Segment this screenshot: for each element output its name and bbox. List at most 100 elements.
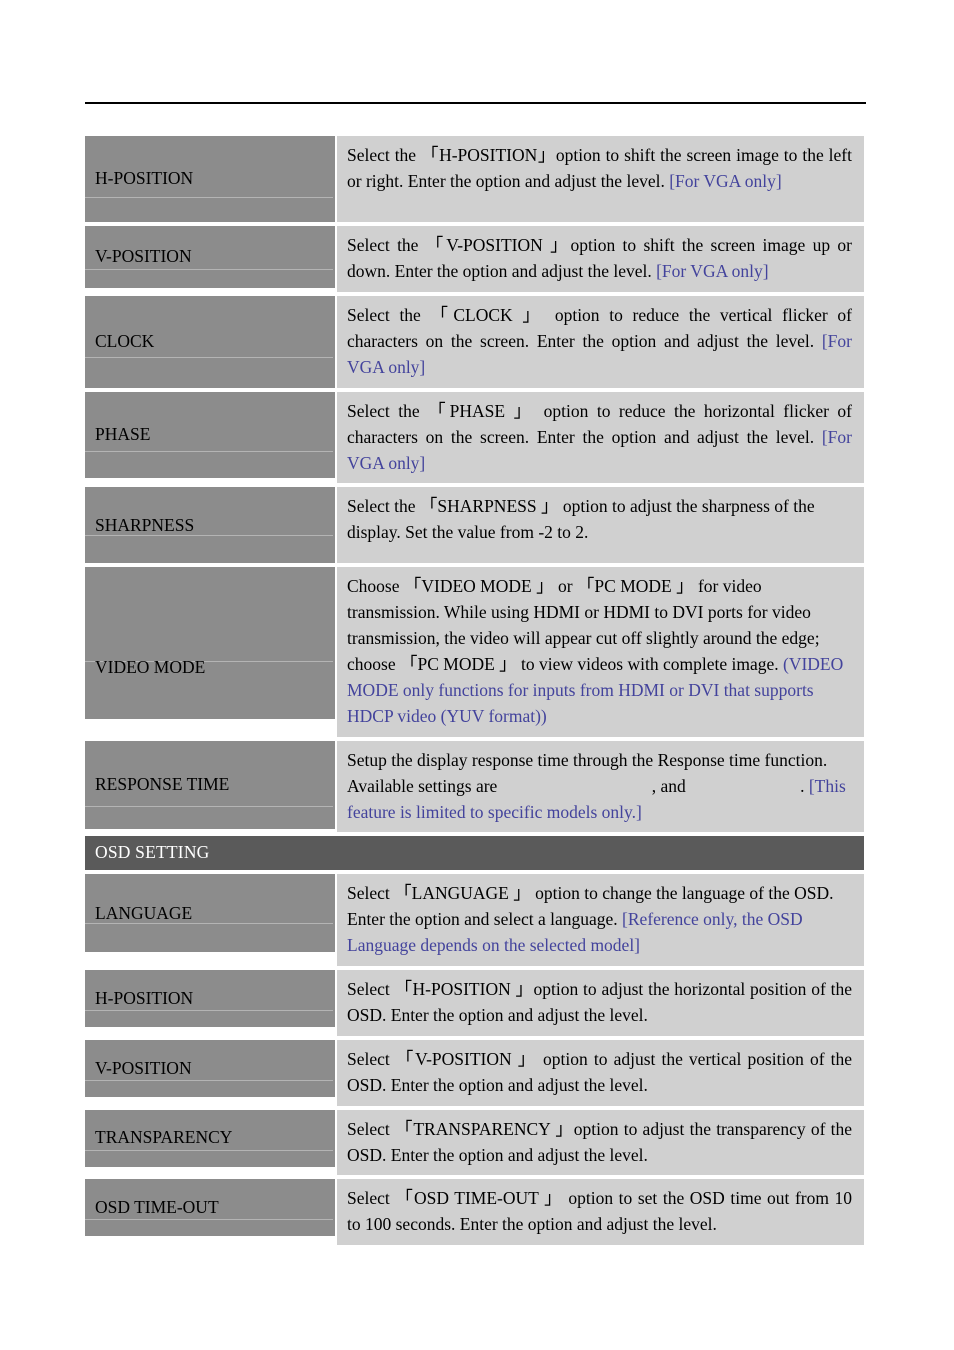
row-label-cell: OSD TIME-OUT <box>85 1179 335 1237</box>
desc-option-name: H-POSITION <box>412 979 516 1000</box>
row-label: RESPONSE TIME <box>95 774 230 795</box>
row-label: H-POSITION <box>95 168 194 189</box>
desc-prefix: Select the <box>347 400 429 421</box>
desc-part-1: Setup the display response time through … <box>347 749 828 796</box>
desc-option-name: LANGUAGE <box>411 883 514 904</box>
desc-prefix: Select the <box>347 496 420 517</box>
row-label-cell: PHASE <box>85 391 335 478</box>
desc-option-name: CLOCK <box>453 304 523 325</box>
osd-settings-table: H-POSITION Select the 「H-POSITION」option… <box>85 136 864 1249</box>
bracket-open-icon: 「 <box>419 496 438 517</box>
bracket-open-icon: 「 <box>395 1188 415 1209</box>
bracket-close-icon: 」 <box>522 304 546 325</box>
row-description-cell: Select the 「SHARPNESS 」 option to adjust… <box>337 487 864 564</box>
desc-part-4: to view videos with complete image. <box>516 654 783 675</box>
row-label-cell: H-POSITION <box>85 970 335 1028</box>
row-description-cell: Select 「TRANSPARENCY 」option to adjust t… <box>337 1109 864 1176</box>
bracket-close-icon: 」 <box>499 654 517 675</box>
row-description-cell: Select the 「H-POSITION」option to shift t… <box>337 136 864 222</box>
row-description-cell: Select the 「PHASE 」 option to reduce the… <box>337 391 864 484</box>
row-label: LANGUAGE <box>95 902 193 923</box>
desc-option-name: V-POSITION <box>446 235 551 255</box>
bracket-open-icon: 「 <box>394 883 412 904</box>
row-label-cell: CLOCK <box>85 295 335 388</box>
bracket-close-icon: 」 <box>544 1188 563 1209</box>
desc-prefix: Select the <box>347 304 431 325</box>
row-label: VIDEO MODE <box>95 656 206 677</box>
row-description-cell: Select the 「CLOCK 」 option to reduce the… <box>337 295 864 388</box>
bracket-open-icon: 「 <box>399 654 418 675</box>
desc-prefix: Select <box>347 1188 396 1209</box>
desc-option-pc-mode: PC MODE <box>594 576 677 597</box>
bracket-close-icon: 」 <box>555 1118 574 1139</box>
row-label: PHASE <box>95 424 151 445</box>
table-row: PHASE Select the 「PHASE 」 option to redu… <box>85 391 864 484</box>
bracket-open-icon: 「 <box>395 1118 414 1139</box>
bracket-close-icon: 」 <box>676 576 694 597</box>
desc-prefix: Select <box>347 1048 396 1069</box>
row-label: V-POSITION <box>95 246 192 267</box>
table-row: RESPONSE TIME Setup the display response… <box>85 740 864 833</box>
desc-part-2: , and <box>651 775 691 796</box>
row-description-cell: Select 「V-POSITION 」 option to adjust th… <box>337 1039 864 1106</box>
row-label-cell: TRANSPARENCY <box>85 1109 335 1167</box>
bracket-close-icon: 」 <box>513 883 531 904</box>
table-row: H-POSITION Select 「H-POSITION 」option to… <box>85 970 864 1036</box>
bracket-close-icon: 」 <box>540 496 559 517</box>
bracket-open-icon: 「 <box>403 576 422 597</box>
table-row: OSD TIME-OUT Select 「OSD TIME-OUT 」 opti… <box>85 1179 864 1246</box>
desc-option-name: SHARPNESS <box>437 496 541 517</box>
row-description-cell: Select the 「V-POSITION 」option to shift … <box>337 226 864 292</box>
bracket-close-icon: 」 <box>550 235 571 255</box>
bracket-open-icon: 「 <box>421 145 440 165</box>
table-row: V-POSITION Select the 「V-POSITION 」optio… <box>85 226 864 292</box>
bracket-open-icon: 「 <box>394 979 413 1000</box>
document-page: H-POSITION Select the 「H-POSITION」option… <box>0 0 954 1350</box>
row-label: V-POSITION <box>95 1057 192 1078</box>
bracket-close-icon: 」 <box>517 1048 537 1069</box>
table-row: V-POSITION Select 「V-POSITION 」 option t… <box>85 1039 864 1106</box>
row-label: SHARPNESS <box>95 514 195 535</box>
desc-option-name: PHASE <box>449 400 514 421</box>
row-label-cell: VIDEO MODE <box>85 567 335 720</box>
row-description-cell: Setup the display response time through … <box>337 740 864 833</box>
desc-part-1: Choose <box>347 576 404 597</box>
row-description-cell: Choose 「VIDEO MODE 」 or 「PC MODE 」 for v… <box>337 567 864 737</box>
row-label: OSD TIME-OUT <box>95 1197 219 1218</box>
desc-option-video-mode: VIDEO MODE <box>421 576 537 597</box>
bracket-open-icon: 「 <box>395 1048 416 1069</box>
table-row: LANGUAGE Select 「LANGUAGE 」 option to ch… <box>85 874 864 967</box>
desc-prefix: Select the <box>347 235 426 255</box>
row-label: H-POSITION <box>95 987 194 1008</box>
desc-prefix: Select <box>347 1118 395 1139</box>
desc-note: [For VGA only] <box>656 260 769 281</box>
desc-prefix: Select <box>347 979 395 1000</box>
bracket-open-icon: 「 <box>425 235 447 255</box>
row-label-cell: SHARPNESS <box>85 487 335 564</box>
row-label: CLOCK <box>95 331 155 352</box>
row-label-cell: V-POSITION <box>85 226 335 288</box>
bracket-close-icon: 」 <box>536 576 554 597</box>
desc-part-2: or <box>553 576 577 597</box>
table-row: CLOCK Select the 「CLOCK 」 option to redu… <box>85 295 864 388</box>
bracket-open-icon: 「 <box>576 576 595 597</box>
bracket-close-icon: 」 <box>515 979 534 1000</box>
row-label-cell: H-POSITION <box>85 136 335 222</box>
table-row: TRANSPARENCY Select 「TRANSPARENCY 」optio… <box>85 1109 864 1176</box>
desc-prefix: Select <box>347 883 395 904</box>
row-label-cell: RESPONSE TIME <box>85 740 335 829</box>
desc-option-name: H-POSITION <box>439 145 538 165</box>
bracket-open-icon: 「 <box>428 400 450 421</box>
row-description-cell: Select 「H-POSITION 」option to adjust the… <box>337 970 864 1036</box>
bracket-open-icon: 「 <box>430 304 454 325</box>
table-row: VIDEO MODE Choose 「VIDEO MODE 」 or 「PC M… <box>85 567 864 737</box>
section-header-osd-setting: OSD SETTING <box>85 836 864 871</box>
desc-option-name: OSD TIME-OUT <box>414 1188 545 1209</box>
row-label: TRANSPARENCY <box>95 1127 233 1148</box>
desc-part-3: . <box>800 775 809 796</box>
row-label-cell: V-POSITION <box>85 1039 335 1097</box>
row-description-cell: Select 「OSD TIME-OUT 」 option to set the… <box>337 1179 864 1246</box>
desc-option-pc-mode-2: PC MODE <box>417 654 500 675</box>
desc-note: [For VGA only] <box>669 170 782 191</box>
bracket-close-icon: 」 <box>537 145 556 165</box>
